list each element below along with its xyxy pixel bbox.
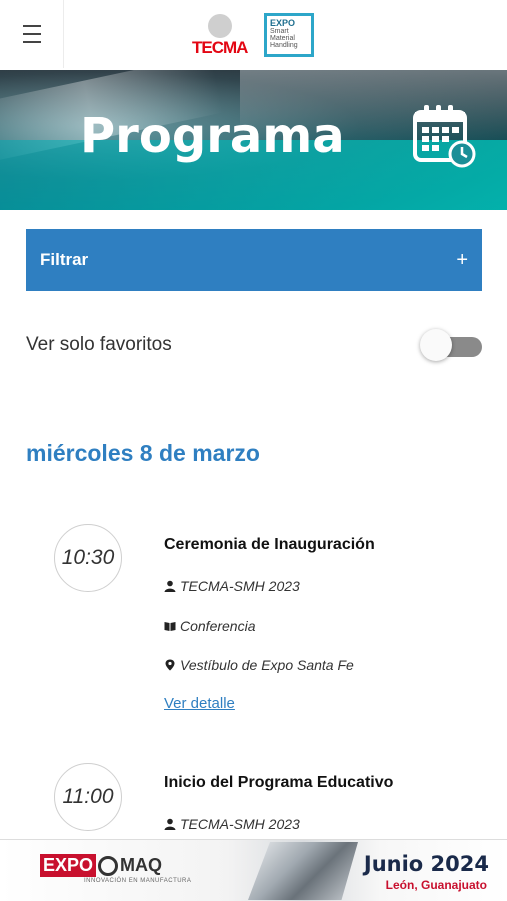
expo-smh-logo[interactable]: EXPO Smart Material Handling [264, 13, 314, 57]
event-detail-link[interactable]: Ver detalle [164, 695, 235, 712]
event-organizer: TECMA-SMH 2023 [164, 578, 300, 594]
expomaq-ad-banner[interactable]: EXPO MAQ INNOVACIÓN EN MANUFACTURA Junio… [0, 839, 507, 901]
event-title[interactable]: Ceremonia de Inauguración [164, 536, 375, 554]
page-banner: Programa [0, 70, 507, 210]
milling-tool-image [248, 842, 358, 900]
map-pin-icon [165, 659, 175, 671]
favorites-label: Ver solo favoritos [26, 334, 172, 355]
expomaq-logo: EXPO MAQ [40, 854, 162, 877]
schedule-date-heading: miércoles 8 de marzo [26, 440, 260, 466]
event-organizer-text: TECMA-SMH 2023 [180, 578, 300, 594]
plus-icon: + [456, 248, 468, 271]
favorites-toggle[interactable] [420, 328, 482, 362]
user-icon [164, 580, 176, 592]
user-icon [164, 818, 176, 830]
gear-icon [98, 855, 119, 876]
event-time: 10:30 [54, 524, 122, 592]
menu-icon [22, 22, 41, 46]
expo-logo-line-1: Smart [270, 28, 289, 35]
book-icon [164, 622, 176, 631]
expo-logo-line-3: Handling [270, 42, 298, 49]
expomaq-logo-left: EXPO [40, 854, 97, 877]
event-time: 11:00 [54, 763, 122, 831]
event-type: Conferencia [164, 618, 256, 634]
filter-toggle-bar[interactable]: Filtrar + [26, 229, 482, 291]
event-location-text: Vestíbulo de Expo Santa Fe [180, 657, 354, 673]
ad-date: Junio 2024 [363, 852, 489, 876]
filter-label: Filtrar [40, 250, 89, 269]
tecma-logo[interactable]: TECMA [190, 12, 250, 58]
event-type-text: Conferencia [180, 618, 256, 634]
hamburger-menu-button[interactable] [0, 0, 64, 68]
favorites-filter-row: Ver solo favoritos [26, 328, 482, 362]
page-title: Programa [80, 108, 345, 164]
app-header: TECMA EXPO Smart Material Handling [0, 0, 507, 71]
tecma-globe-icon [208, 14, 232, 38]
expo-logo-title: EXPO [270, 18, 296, 28]
calendar-clock-icon [413, 105, 476, 168]
event-title[interactable]: Inicio del Programa Educativo [164, 774, 393, 792]
ad-location: León, Guanajuato [385, 878, 487, 892]
expo-logo-line-2: Material [270, 35, 295, 42]
event-location: Vestíbulo de Expo Santa Fe [164, 657, 354, 673]
expomaq-tagline: INNOVACIÓN EN MANUFACTURA [84, 878, 192, 884]
tecma-logo-text: TECMA [192, 38, 248, 57]
event-organizer-text: TECMA-SMH 2023 [180, 816, 300, 832]
expomaq-logo-right: MAQ [120, 855, 163, 875]
event-organizer: TECMA-SMH 2023 [164, 816, 300, 832]
